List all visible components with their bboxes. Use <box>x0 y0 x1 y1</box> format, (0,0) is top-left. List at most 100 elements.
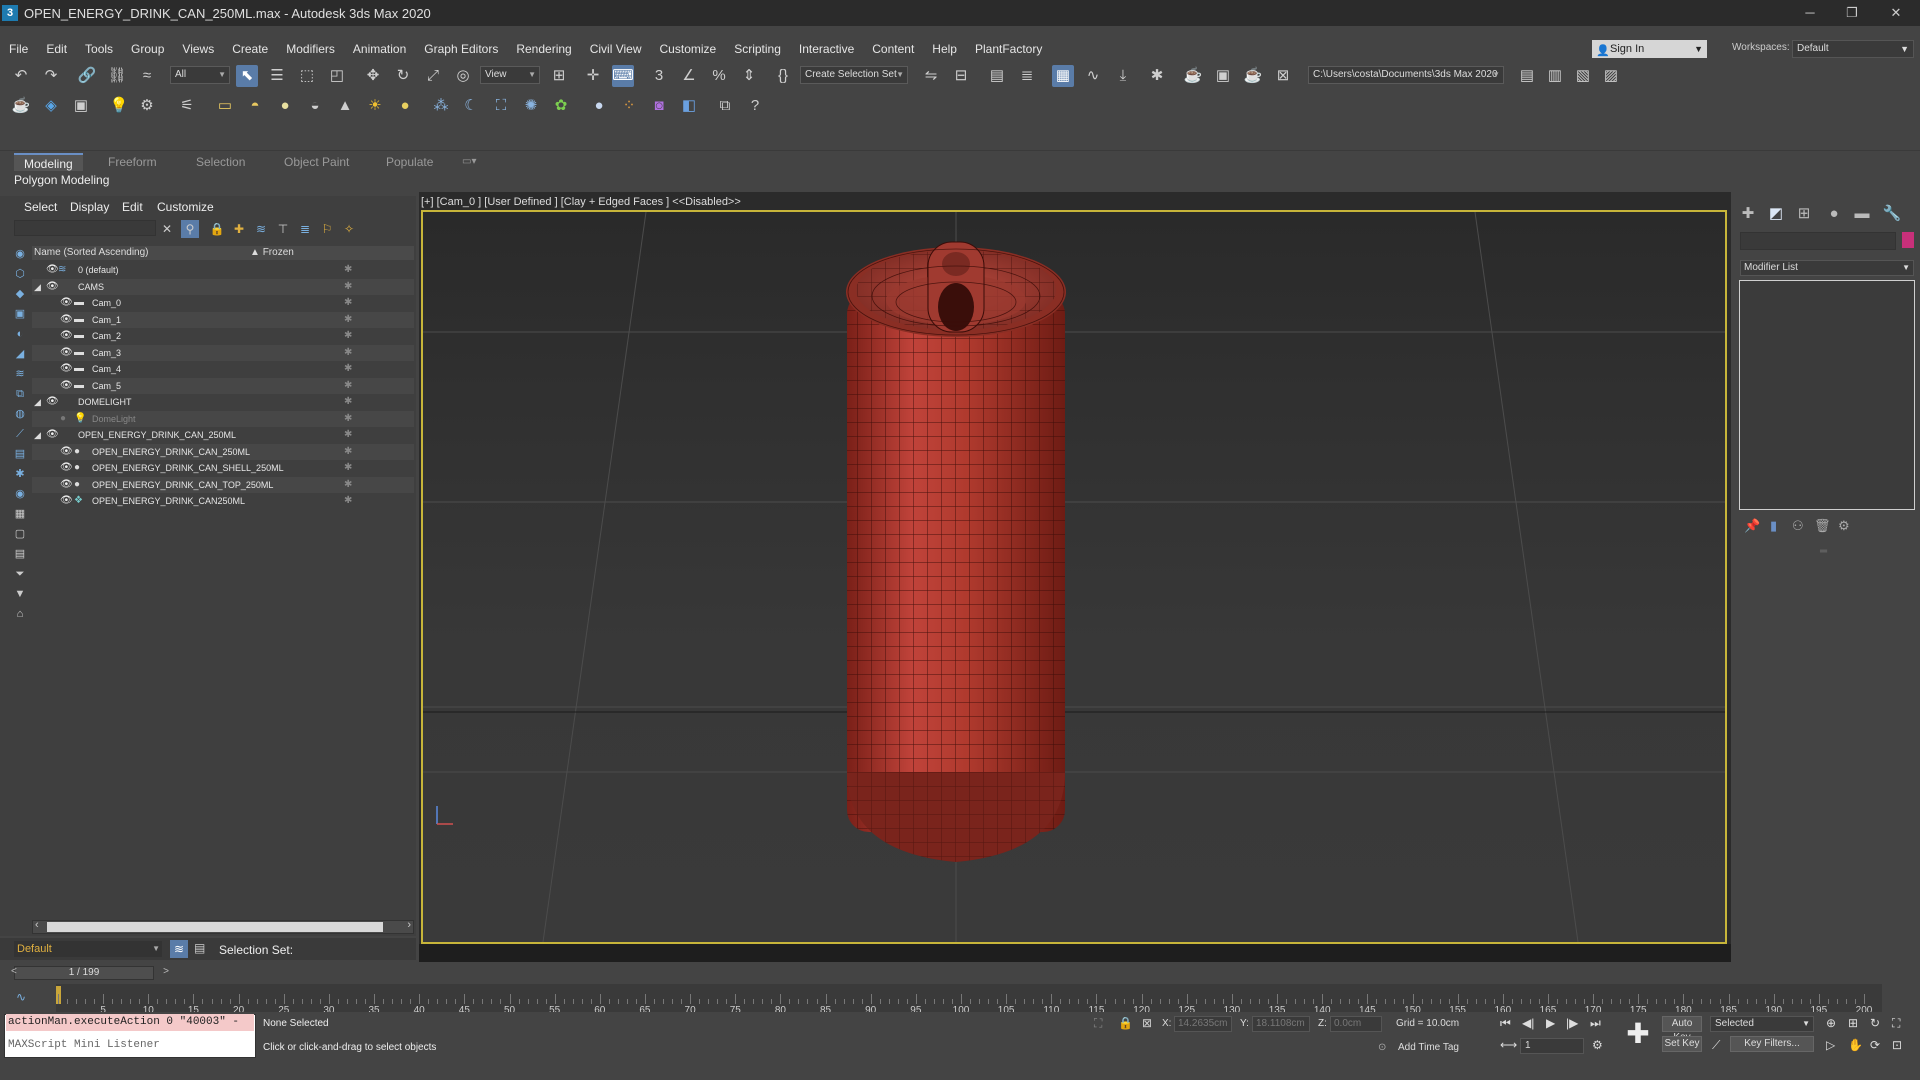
freeze-icon[interactable]: ✱ <box>344 345 352 361</box>
project-folder-dropdown[interactable]: C:\Users\costa\Documents\3ds Max 2020 ▼ <box>1308 66 1504 84</box>
tree-row[interactable]: ● 💡 DomeLight ✱ <box>32 411 414 427</box>
skylight-icon[interactable]: ● <box>394 95 416 117</box>
freeze-icon[interactable]: ✱ <box>344 295 352 311</box>
zoom-all-icon[interactable]: ⊞ <box>1848 1016 1858 1030</box>
maxscript-input[interactable]: MAXScript Mini Listener <box>6 1036 254 1054</box>
object-name-field[interactable] <box>1740 232 1896 250</box>
object-color-swatch[interactable] <box>1902 232 1914 248</box>
maximize-viewport-icon[interactable]: ⛶ <box>1892 1016 1900 1031</box>
go-to-start-icon[interactable]: ⏮ <box>1500 1016 1511 1031</box>
placement-icon[interactable]: ◎ <box>452 65 474 87</box>
layer-explorer-icon[interactable]: ≣ <box>1016 65 1038 87</box>
dome-icon[interactable]: ◓ <box>244 95 266 117</box>
arnold-render-icon[interactable]: ◈ <box>40 95 62 117</box>
spacewarps-filter-icon[interactable]: ≋ <box>12 366 28 382</box>
scene-menu-display[interactable]: Display <box>70 200 109 214</box>
remove-modifier-icon[interactable]: 🗑 <box>1814 518 1831 534</box>
energy-drink-can-mesh[interactable] <box>846 241 1066 862</box>
display-panel-icon[interactable]: ▬ <box>1852 204 1872 224</box>
viewport-label[interactable]: [+] [Cam_0 ] [User Defined ] [Clay + Edg… <box>421 196 741 208</box>
freeze-icon[interactable]: ✱ <box>344 328 352 344</box>
rectangular-selection-icon[interactable]: ⬚ <box>296 65 318 87</box>
previous-frame-icon[interactable]: ◀| <box>1522 1016 1534 1030</box>
scene-menu-select[interactable]: Select <box>24 200 57 214</box>
modifier-stack[interactable] <box>1739 280 1915 510</box>
filter-icon[interactable]: ⚲ <box>181 220 199 238</box>
stack-icon[interactable]: ≣ <box>296 220 314 238</box>
sun-icon[interactable]: ☀ <box>364 95 386 117</box>
undo-icon[interactable]: ↶ <box>10 65 32 87</box>
help-icon[interactable]: ? <box>744 95 766 117</box>
ribbon-subtitle[interactable]: Polygon Modeling <box>14 173 109 187</box>
hierarchy-explorer-icon[interactable]: ▤ <box>194 941 205 955</box>
layer-explorer-icon[interactable]: ≋ <box>170 940 188 958</box>
freeze-icon[interactable]: ✱ <box>344 460 352 476</box>
menu-tools[interactable]: Tools <box>76 38 122 60</box>
freeze-icon[interactable]: ✱ <box>344 262 352 278</box>
tree-row[interactable]: 👁 ▬ Cam_2 ✱ <box>32 328 414 344</box>
time-slider-prev-icon[interactable]: < <box>11 966 17 978</box>
moon-icon[interactable]: ☾ <box>460 95 482 117</box>
close-button[interactable]: ✕ <box>1874 0 1918 26</box>
redo-icon[interactable]: ↷ <box>40 65 62 87</box>
expand-icon[interactable]: ◢ <box>34 427 41 443</box>
helpers-filter-icon[interactable]: ◢ <box>12 346 28 362</box>
time-configuration-icon[interactable]: ⚙ <box>1592 1038 1603 1052</box>
eye-icon[interactable]: 👁 <box>60 361 73 377</box>
pin-stack-icon[interactable]: 📌 <box>1744 518 1760 534</box>
ribbon-options-icon[interactable]: ▭▾ <box>452 153 486 171</box>
freeze-icon[interactable]: ✱ <box>344 378 352 394</box>
tab-selection[interactable]: Selection <box>186 153 255 171</box>
invert-icon[interactable]: ▦ <box>12 506 28 522</box>
absolute-mode-icon[interactable]: ⊠ <box>1142 1016 1152 1030</box>
menu-interactive[interactable]: Interactive <box>790 38 863 60</box>
set-project-icon[interactable]: ▧ <box>1572 65 1594 87</box>
scroll-right-icon[interactable]: › <box>407 919 411 931</box>
percent-snap-icon[interactable]: % <box>708 65 730 87</box>
groups-filter-icon[interactable]: ⧉ <box>12 386 28 402</box>
window-crossing-icon[interactable]: ◰ <box>326 65 348 87</box>
freeze-icon[interactable]: ✱ <box>344 477 352 493</box>
render-in-cloud-icon[interactable]: ⊠ <box>1272 65 1294 87</box>
eye-icon[interactable]: 👁 <box>46 262 59 278</box>
tree-row[interactable]: 👁 ● OPEN_ENERGY_DRINK_CAN_SHELL_250ML ✱ <box>32 460 414 476</box>
invert-display-icon[interactable]: ▤ <box>12 546 28 562</box>
create-panel-icon[interactable]: ✚ <box>1738 204 1758 224</box>
eye-icon[interactable]: 👁 <box>60 312 73 328</box>
photometric-light-icon[interactable]: ◒ <box>304 95 326 117</box>
column-name[interactable]: Name (Sorted Ascending) <box>34 247 149 258</box>
scatter-icon[interactable]: ⁂ <box>430 95 452 117</box>
rotate-icon[interactable]: ↻ <box>392 65 414 87</box>
reference-coordinate-dropdown[interactable]: View ▼ <box>480 66 540 84</box>
current-frame-field[interactable]: 1 <box>1520 1038 1584 1054</box>
zoom-icon[interactable]: ⊕ <box>1826 1016 1836 1030</box>
select-by-name-icon[interactable]: ☰ <box>266 65 288 87</box>
menu-group[interactable]: Group <box>122 38 173 60</box>
shapes-filter-icon[interactable]: ◆ <box>12 286 28 302</box>
none-icon[interactable]: ▢ <box>12 526 28 542</box>
selection-lock-icon[interactable]: 🔒 <box>1118 1016 1133 1030</box>
minimize-button[interactable]: ─ <box>1788 0 1832 26</box>
curve-editor-icon[interactable]: ∿ <box>1082 65 1104 87</box>
display-all-icon[interactable]: ◉ <box>12 246 28 262</box>
min-max-toggle-icon[interactable]: ⊡ <box>1892 1038 1902 1052</box>
set-keys-big-icon[interactable]: ✚ <box>1620 1016 1656 1052</box>
explorer-horizontal-scrollbar[interactable]: ‹ › <box>32 919 414 934</box>
plane-icon[interactable]: ▭ <box>214 95 236 117</box>
schematic-view-icon[interactable]: ⤓ <box>1112 65 1134 87</box>
tree-row[interactable]: 👁 ❖ OPEN_ENERGY_DRINK_CAN250ML ✱ <box>32 493 414 509</box>
render-setup-icon[interactable]: ☕ <box>1182 65 1204 87</box>
app-icon[interactable]: 3 <box>2 5 18 21</box>
freeze-icon[interactable]: ✱ <box>344 361 352 377</box>
layers-icon[interactable]: ≋ <box>252 220 270 238</box>
material-editor-icon[interactable]: ✱ <box>1146 65 1168 87</box>
scene-search-input[interactable] <box>14 220 156 236</box>
create-selection-set-dropdown[interactable]: Create Selection Set ▼ <box>800 66 908 84</box>
cameras-filter-icon[interactable]: ◐ <box>12 326 28 342</box>
menu-graph-editors[interactable]: Graph Editors <box>415 38 507 60</box>
snaps-toggle-icon[interactable]: 3 <box>648 65 670 87</box>
set-key-button[interactable]: Set Key <box>1662 1036 1702 1052</box>
menu-content[interactable]: Content <box>863 38 923 60</box>
utilities-panel-icon[interactable]: 🔧 <box>1882 204 1902 224</box>
menu-modifiers[interactable]: Modifiers <box>277 38 344 60</box>
